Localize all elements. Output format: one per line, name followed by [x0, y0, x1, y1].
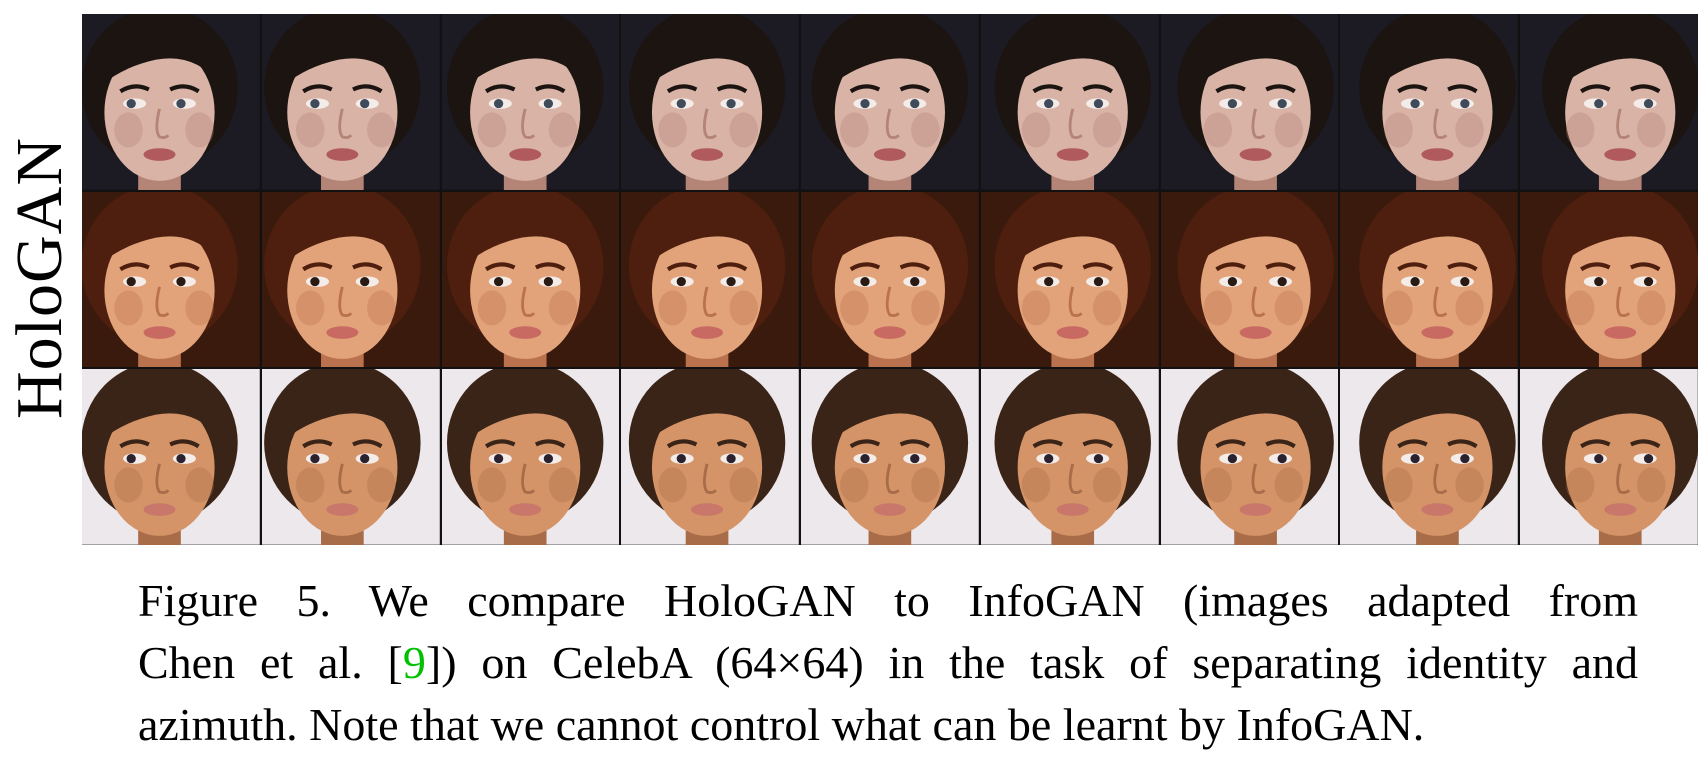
row-label-text: HoloGAN	[3, 136, 76, 419]
face-image-tile	[1340, 369, 1519, 545]
face-image	[441, 191, 620, 368]
face-image	[1160, 14, 1339, 190]
face-image-tile	[1160, 191, 1339, 368]
face-image-tile	[441, 14, 620, 190]
face-image	[1340, 14, 1519, 190]
caption-line-2-end: ]) on CelebA (64×64) in the task of sepa…	[425, 637, 1639, 688]
figure-caption: Figure 5. We compare HoloGAN to InfoGAN …	[138, 570, 1638, 756]
face-image	[82, 369, 260, 545]
face-image-tile	[261, 369, 440, 545]
face-image	[621, 14, 800, 190]
face-image	[980, 191, 1159, 368]
face-image	[1340, 369, 1519, 545]
face-image-tile	[441, 191, 620, 368]
face-image-tile	[82, 369, 260, 545]
face-image-tile	[621, 191, 800, 368]
face-image	[1160, 369, 1339, 545]
face-image-tile	[801, 191, 979, 368]
face-image	[441, 369, 620, 545]
face-image	[980, 14, 1159, 190]
face-grid	[82, 14, 1698, 545]
caption-line-2: Chen et al. [9]) on CelebA (64×64) in th…	[138, 632, 1638, 694]
face-image	[1520, 369, 1698, 545]
face-image-tile	[261, 14, 440, 190]
face-image-tile	[82, 191, 260, 368]
face-image	[82, 191, 260, 368]
caption-line-3: azimuth. Note that we cannot control wha…	[138, 699, 1425, 750]
figure: HoloGAN	[0, 0, 1704, 560]
face-image	[82, 14, 260, 190]
face-image-tile	[1340, 14, 1519, 190]
caption-line-2-start: Chen et al. [	[138, 637, 403, 688]
face-image	[801, 14, 979, 190]
face-image-tile	[1340, 191, 1519, 368]
face-image-tile	[980, 369, 1159, 545]
face-image-tile	[621, 14, 800, 190]
face-image	[261, 191, 440, 368]
face-image-tile	[82, 14, 260, 190]
face-image-tile	[261, 191, 440, 368]
face-image-tile	[441, 369, 620, 545]
face-image	[1340, 191, 1519, 368]
face-image-tile	[1520, 14, 1698, 190]
citation-link[interactable]: 9	[403, 637, 426, 688]
face-image	[261, 369, 440, 545]
face-image	[980, 369, 1159, 545]
face-image	[261, 14, 440, 190]
face-image-tile	[801, 369, 979, 545]
face-image-tile	[801, 14, 979, 190]
face-image	[1520, 14, 1698, 190]
face-image	[801, 369, 979, 545]
face-image	[1520, 191, 1698, 368]
face-image	[621, 369, 800, 545]
face-image-tile	[1160, 14, 1339, 190]
caption-line-1: Figure 5. We compare HoloGAN to InfoGAN …	[138, 575, 1638, 626]
face-image-tile	[621, 369, 800, 545]
face-image-tile	[980, 14, 1159, 190]
face-image	[441, 14, 620, 190]
face-image	[621, 191, 800, 368]
face-image-tile	[1520, 369, 1698, 545]
face-image-tile	[1160, 369, 1339, 545]
row-label: HoloGAN	[3, 10, 76, 545]
face-image	[801, 191, 979, 368]
face-image-tile	[1520, 191, 1698, 368]
face-image-tile	[980, 191, 1159, 368]
face-image	[1160, 191, 1339, 368]
